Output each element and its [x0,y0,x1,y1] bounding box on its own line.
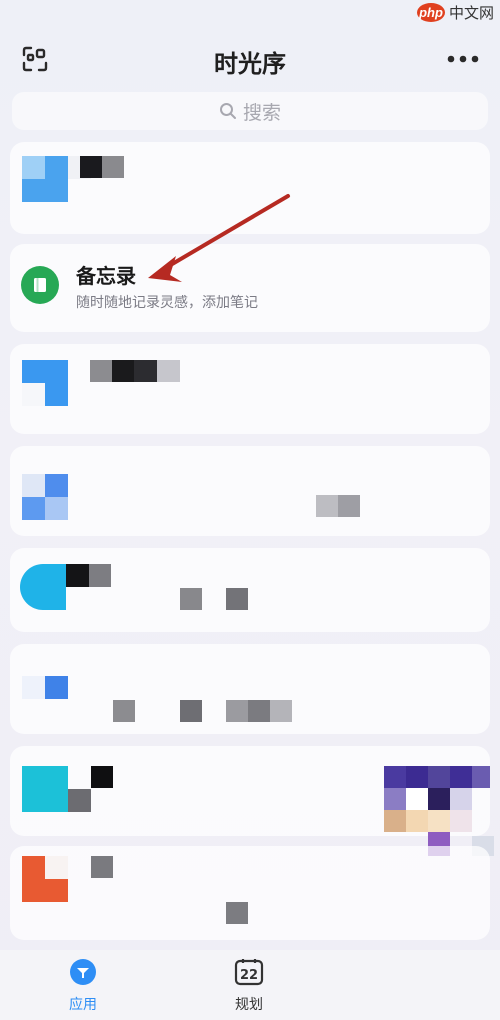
pixelated-block [22,156,45,179]
bottom-tab-bar: 应用 22 规划 [0,950,500,1020]
pixelated-block [90,360,112,382]
pixelated-block [45,856,68,879]
pixelated-block [450,788,472,810]
pixelated-app-icon [22,766,68,812]
pixelated-app-icon [22,474,45,497]
notebook-icon [21,266,59,304]
app-card-pixelated-3[interactable] [10,446,490,536]
tab-apps[interactable]: 应用 [43,958,123,1014]
page-title: 时光序 [214,50,286,78]
pixelated-block [113,700,135,722]
pixelated-block [428,766,450,788]
pixelated-app-icon [20,564,66,610]
app-card-pixelated-7[interactable] [10,846,490,940]
app-card-pixelated-5[interactable] [10,644,490,734]
pixelated-block [180,588,202,610]
pixelated-block [406,810,428,832]
tab-plan-label: 规划 [235,997,263,1013]
calendar-icon: 22 [234,959,264,986]
pixelated-block [180,700,202,722]
pixelated-block [450,766,472,788]
pixelated-block [22,497,45,520]
pixelated-block [91,856,113,878]
search-icon [219,103,236,119]
pixelated-block [80,156,102,178]
watermark-logo: php [416,3,445,22]
pixelated-block [226,700,248,722]
pixelated-block [248,700,270,722]
pixelated-block [384,788,406,810]
app-header: 时光序 [0,36,500,84]
site-watermark: php 中文网 [416,2,494,23]
more-dots-icon[interactable] [446,46,480,72]
calendar-badge: 22 [240,968,258,983]
memo-title: 备忘录 [76,264,136,288]
pixelated-block [226,588,248,610]
pixelated-block [406,788,428,810]
pixelated-block [384,766,406,788]
pixelated-block [472,766,490,788]
memo-app-card[interactable]: 备忘录 随时随地记录灵感，添加笔记 [10,244,490,332]
pixelated-block [406,766,428,788]
pixelated-block [112,360,134,382]
search-bar[interactable]: 搜索 [12,92,488,130]
pixelated-block [45,676,68,699]
pixelated-block [270,700,292,722]
pixelated-block [45,474,68,497]
pixelated-block [316,495,338,517]
pixelated-block [89,564,111,587]
pixelated-app-icon [22,676,45,699]
pixelated-block [22,383,45,406]
app-card-pixelated-6[interactable] [10,746,490,836]
pixelated-block [68,789,91,812]
search-placeholder: 搜索 [242,101,281,124]
apps-icon [70,959,96,985]
pixelated-block [338,495,360,517]
pixelated-block [45,497,68,520]
pixelated-block [66,564,89,587]
app-card-pixelated-1[interactable] [10,142,490,234]
pixelated-block [450,810,472,832]
pixelated-block [102,156,124,178]
pixelated-block [91,766,113,788]
pixelated-block [428,810,450,832]
tab-apps-label: 应用 [69,997,97,1013]
pixelated-block [157,360,180,382]
pixelated-block [428,788,450,810]
app-card-pixelated-4[interactable] [10,548,490,632]
pixelated-block [226,902,248,924]
watermark-text: 中文网 [448,5,494,22]
pixelated-block [384,810,406,832]
memo-description: 随时随地记录灵感，添加笔记 [76,295,258,311]
app-card-pixelated-2[interactable] [10,344,490,434]
pixelated-block [134,360,157,382]
tab-plan[interactable]: 22 规划 [209,958,289,1014]
